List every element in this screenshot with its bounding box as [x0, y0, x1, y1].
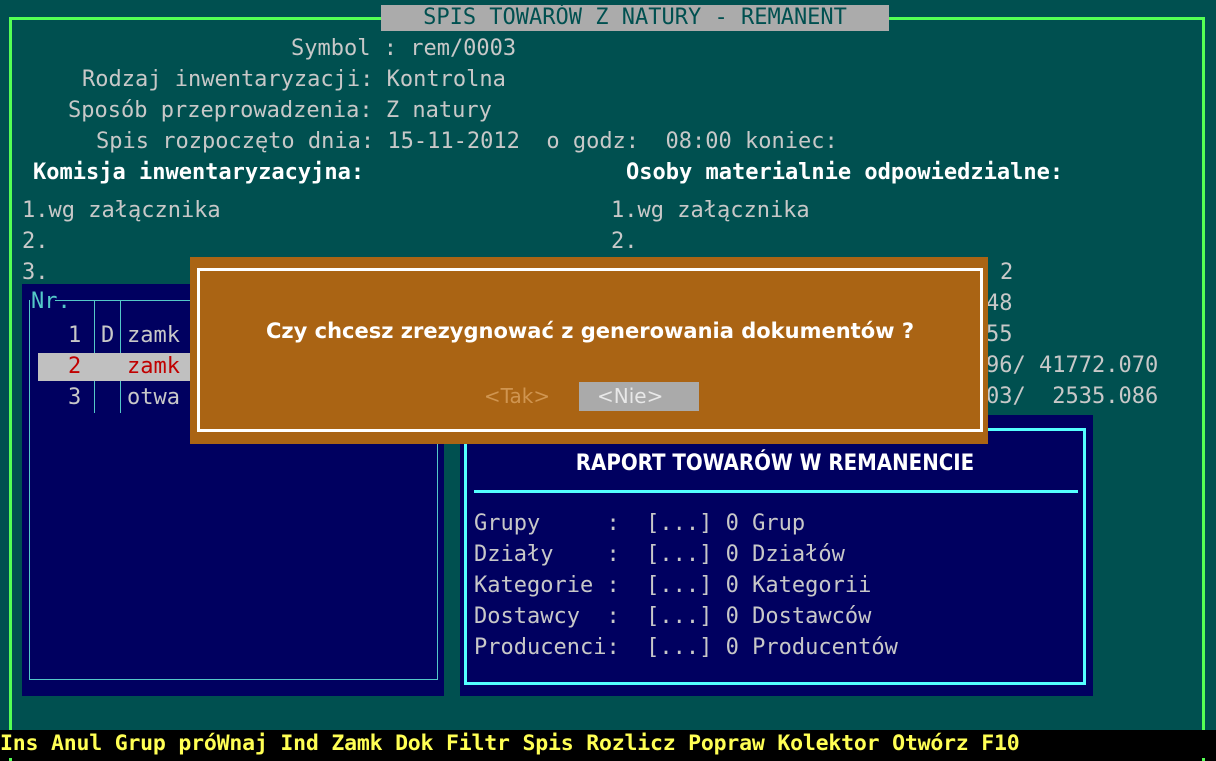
row-name: zamk — [127, 354, 180, 379]
row-nr: 1 — [68, 323, 82, 348]
komisja-item-1[interactable]: 1.wg załącznika — [22, 195, 221, 226]
sposob-field: Sposób przeprowadzenia: Z natury — [68, 98, 492, 123]
report-row-kategorie[interactable]: Kategorie : [...] 0 Kategorii — [474, 570, 871, 601]
partial-value: 2 — [1000, 260, 1014, 285]
report-title: RAPORT TOWARÓW W REMANENCIE — [575, 451, 975, 476]
osoby-item-1[interactable]: 1.wg załącznika — [611, 195, 810, 226]
report-row-dostawcy[interactable]: Dostawcy : [...] 0 Dostawców — [474, 601, 871, 632]
window-title: SPIS TOWARÓW Z NATURY - REMANENT — [381, 5, 889, 31]
row-nr: 3 — [68, 385, 82, 410]
komisja-item-2[interactable]: 2. — [22, 226, 49, 257]
no-button[interactable]: <Nie> — [579, 382, 699, 411]
partial-value: 96/ 41772.070 — [986, 353, 1159, 378]
komisja-label: Komisja inwentaryzacyjna: — [33, 160, 365, 185]
report-separator — [474, 490, 1078, 493]
row-nr: 2 — [68, 354, 82, 379]
list-header-nr: Nr. — [31, 289, 71, 314]
rodzaj-field: Rodzaj inwentaryzacji: Kontrolna — [82, 67, 506, 92]
function-key-bar[interactable]: Ins Anul Grup próWnaj Ind Zamk Dok Filtr… — [0, 730, 1216, 758]
spis-date-field: Spis rozpoczęto dnia: 15-11-2012 o godz:… — [96, 129, 838, 154]
row-name: otwa — [127, 385, 180, 410]
symbol-field: Symbol : rem/0003 — [291, 36, 517, 61]
confirm-dialog-message: Czy chcesz zrezygnować z generowania dok… — [265, 319, 915, 343]
list-header-line — [55, 300, 190, 301]
osoby-label: Osoby materialnie odpowiedzialne: — [626, 160, 1064, 185]
row-name: zamk — [127, 323, 180, 348]
report-row-dzialy[interactable]: Działy : [...] 0 Działów — [474, 539, 845, 570]
osoby-item-2[interactable]: 2. — [611, 226, 638, 257]
partial-value: 03/ 2535.086 — [986, 384, 1159, 409]
partial-value: 55 — [986, 322, 1013, 347]
report-row-producenci[interactable]: Producenci: [...] 0 Producentów — [474, 632, 898, 663]
row-flag: D — [101, 323, 115, 348]
report-row-grupy[interactable]: Grupy : [...] 0 Grup — [474, 508, 805, 539]
yes-button[interactable]: <Tak> — [462, 382, 572, 411]
partial-value: 48 — [986, 291, 1013, 316]
